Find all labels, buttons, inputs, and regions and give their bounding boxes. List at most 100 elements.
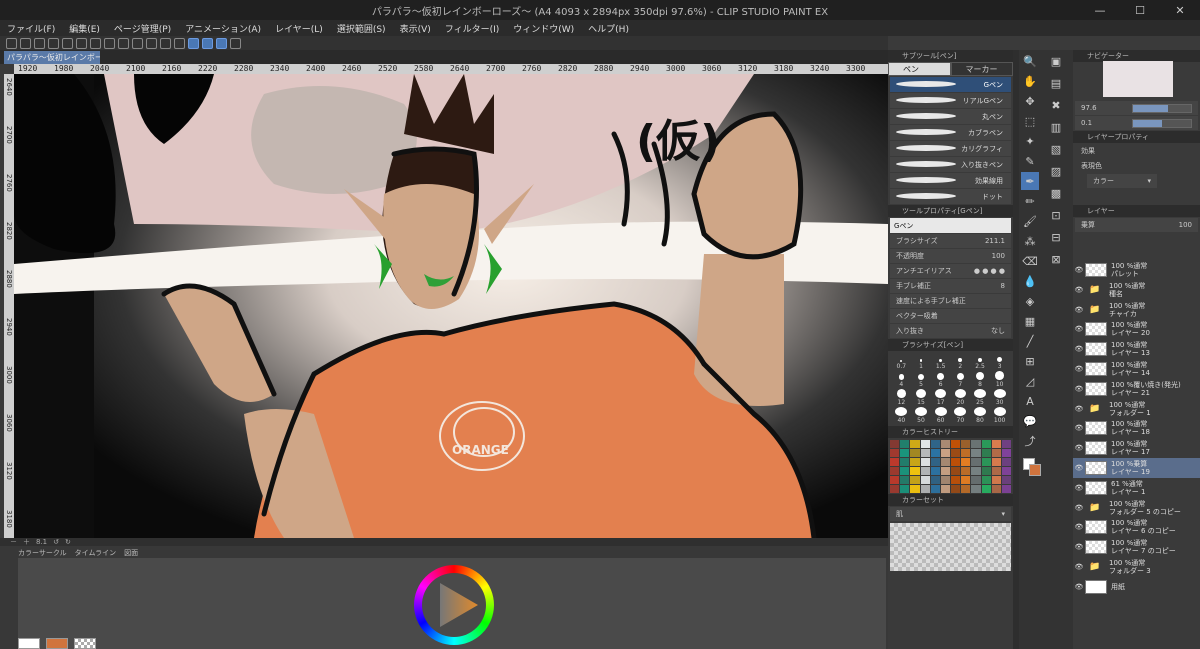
layer-row[interactable]: 👁 100 %通常 レイヤー 6 のコピー [1073, 517, 1200, 537]
crop-icon[interactable] [174, 37, 185, 49]
layer-row[interactable]: 👁 用紙 [1073, 577, 1200, 597]
redo-icon[interactable] [90, 37, 101, 49]
transparent-color-swatch[interactable] [74, 638, 96, 649]
brush-size-preset[interactable]: 7 [951, 371, 970, 388]
menu-item-8[interactable]: ウィンドウ(W) [506, 22, 581, 35]
brush-size-preset[interactable]: 12 [892, 389, 911, 406]
figure-icon[interactable]: ╱ [1021, 332, 1039, 350]
correct-line-icon[interactable]: ⤴ [1021, 432, 1039, 450]
eye-icon[interactable]: 👁 [1073, 345, 1085, 353]
layer-row[interactable]: 👁 📁 100 %通常 フォルダー 5 のコピー [1073, 498, 1200, 518]
menu-item-9[interactable]: ヘルプ(H) [581, 22, 636, 35]
command-icon-6[interactable]: ▨ [1047, 162, 1065, 180]
brush-size-preset[interactable]: 60 [931, 407, 950, 424]
opacity-value[interactable]: 100 [992, 252, 1005, 260]
command-icon-3[interactable]: ✖ [1047, 96, 1065, 114]
speed-stabilization-row[interactable]: 速度による手ブレ補正 [890, 294, 1011, 308]
eye-icon[interactable]: 👁 [1073, 405, 1085, 413]
command-icon-10[interactable]: ⊠ [1047, 250, 1065, 268]
ruler-icon[interactable]: ◿ [1021, 372, 1039, 390]
color-history-palette[interactable] [888, 438, 1013, 494]
eye-icon[interactable]: 👁 [1073, 444, 1085, 452]
layer-row[interactable]: 👁 📁 100 %通常 フォルダー 1 [1073, 399, 1200, 419]
layer-row[interactable]: 👁 100 %通常 パレット [1073, 260, 1200, 280]
command-icon-9[interactable]: ⊟ [1047, 228, 1065, 246]
rotate-left-icon[interactable]: ↺ [53, 538, 59, 546]
navigator-rotate-value[interactable]: 0.1 [1081, 119, 1092, 127]
eye-icon[interactable]: 👁 [1073, 543, 1085, 551]
color-triangle[interactable] [414, 565, 494, 645]
snap-ruler-icon[interactable] [188, 37, 199, 49]
brush-size-preset[interactable]: 25 [971, 389, 990, 406]
command-icon-1[interactable]: ▣ [1047, 52, 1065, 70]
blend-icon[interactable]: 💧 [1021, 272, 1039, 290]
balloon-icon[interactable]: 💬 [1021, 412, 1039, 430]
gradient-icon[interactable]: ▦ [1021, 312, 1039, 330]
brush-size-preset[interactable]: 8 [971, 371, 990, 388]
brush-size-preset[interactable]: 80 [971, 407, 990, 424]
zoom-icon[interactable]: 🔍 [1021, 52, 1039, 70]
color-wheel[interactable] [414, 565, 494, 645]
eye-icon[interactable]: 👁 [1073, 484, 1085, 492]
export-icon[interactable] [62, 37, 73, 49]
antialias-options-icon[interactable]: ● ● ● ● [974, 267, 1005, 275]
brush-item[interactable]: Gペン [890, 77, 1011, 92]
layer-row[interactable]: 👁 100 %覆い焼き(発光) レイヤー 21 [1073, 379, 1200, 399]
bottom-tab-1[interactable]: タイムライン [75, 548, 117, 558]
brush-size-preset[interactable]: 20 [951, 389, 970, 406]
layer-row[interactable]: 👁 100 %通常 レイヤー 20 [1073, 319, 1200, 339]
layer-row[interactable]: 👁 📁 100 %通常 種名 [1073, 280, 1200, 300]
brush-item[interactable]: 丸ペン [890, 109, 1011, 124]
layer-row[interactable]: 👁 📁 100 %通常 フォルダー 3 [1073, 557, 1200, 577]
brush-size-preset[interactable]: 17 [931, 389, 950, 406]
brush-size-preset[interactable]: 15 [912, 389, 931, 406]
brush-item[interactable]: ドット [890, 189, 1011, 204]
pen-icon[interactable]: ✒ [1021, 172, 1039, 190]
brush-size-preset[interactable]: 1.5 [931, 353, 950, 370]
invert-selection-icon[interactable] [160, 37, 171, 49]
text-icon[interactable]: A [1021, 392, 1039, 410]
snap-special-ruler-icon[interactable] [202, 37, 213, 49]
layer-row[interactable]: 👁 100 %通常 レイヤー 14 [1073, 359, 1200, 379]
snap-grid-icon[interactable] [216, 37, 227, 49]
eye-icon[interactable]: 👁 [1073, 385, 1085, 393]
canvas[interactable]: (仮) ORANGE [14, 74, 888, 538]
brush-item[interactable]: 効果線用 [890, 173, 1011, 188]
bottom-tab-0[interactable]: カラーサークル [18, 548, 67, 558]
command-icon-5[interactable]: ▧ [1047, 140, 1065, 158]
menu-item-2[interactable]: ページ管理(P) [107, 22, 178, 35]
brush-size-preset[interactable]: 10 [990, 371, 1009, 388]
layer-row[interactable]: 👁 📁 100 %通常 チャイカ [1073, 300, 1200, 320]
eye-icon[interactable]: 👁 [1073, 523, 1085, 531]
eye-icon[interactable]: 👁 [1073, 325, 1085, 333]
new-file-icon[interactable] [20, 37, 31, 49]
eye-icon[interactable]: 👁 [1073, 464, 1085, 472]
menu-item-6[interactable]: 表示(V) [393, 22, 438, 35]
clear-selection-icon[interactable] [104, 37, 115, 49]
airbrush-icon[interactable]: ⁂ [1021, 232, 1039, 250]
stabilization-value[interactable]: 8 [1001, 282, 1005, 290]
bottom-tab-2[interactable]: 図面 [124, 548, 138, 558]
command-icon-7[interactable]: ▩ [1047, 184, 1065, 202]
command-icon-8[interactable]: ⊡ [1047, 206, 1065, 224]
eye-icon[interactable]: 👁 [1073, 563, 1085, 571]
minimize-button[interactable]: — [1080, 0, 1120, 20]
brush-size-preset[interactable]: 2 [951, 353, 970, 370]
layer-row[interactable]: 👁 100 %通常 レイヤー 17 [1073, 438, 1200, 458]
rotate-right-icon[interactable]: ↻ [65, 538, 71, 546]
fill-icon[interactable]: ◈ [1021, 292, 1039, 310]
layer-row[interactable]: 👁 100 %乗算 レイヤー 19 [1073, 458, 1200, 478]
brush-item[interactable]: カブラペン [890, 125, 1011, 140]
color-set-grid[interactable] [890, 523, 1011, 571]
layer-row[interactable]: 👁 100 %通常 レイヤー 18 [1073, 418, 1200, 438]
brush-icon[interactable]: 🖌 [1021, 212, 1039, 230]
layer-row[interactable]: 👁 100 %通常 レイヤー 7 のコピー [1073, 537, 1200, 557]
eye-icon[interactable]: 👁 [1073, 365, 1085, 373]
frame-icon[interactable]: ⊞ [1021, 352, 1039, 370]
menu-item-5[interactable]: 選択範囲(S) [330, 22, 393, 35]
brush-size-preset[interactable]: 4 [892, 371, 911, 388]
menu-item-1[interactable]: 編集(E) [62, 22, 107, 35]
brush-size-preset[interactable]: 6 [931, 371, 950, 388]
command-icon-4[interactable]: ▥ [1047, 118, 1065, 136]
undo-icon[interactable] [76, 37, 87, 49]
